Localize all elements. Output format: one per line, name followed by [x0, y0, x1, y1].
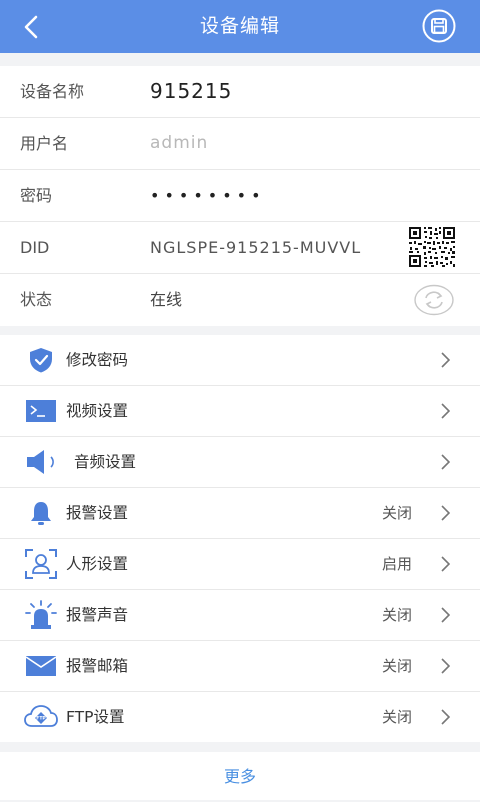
bell-icon: [24, 497, 58, 529]
save-button[interactable]: [422, 9, 456, 43]
menu-item-status: 启用: [381, 555, 412, 573]
svg-text:FTP: FTP: [36, 716, 46, 722]
menu-item-audio-settings[interactable]: 音频设置: [0, 437, 480, 488]
menu-item-status: 关闭: [381, 504, 412, 522]
alarm-siren-icon: [24, 599, 58, 631]
menu-item-status: 关闭: [381, 606, 412, 624]
password-field[interactable]: ••••••••: [150, 170, 266, 221]
did-value: NGLSPE-915215-MUVVL: [150, 238, 362, 257]
did-row: DID NGLSPE-915215-MUVVL: [0, 222, 480, 274]
envelope-icon: [24, 650, 58, 682]
password-label: 密码: [20, 186, 53, 205]
menu-item-label: FTP设置: [66, 708, 125, 726]
settings-menu: 修改密码 视频设置 音频设置 报警设置 关闭 人形设置 启用 报警声音 关闭 报…: [0, 335, 480, 742]
menu-item-label: 修改密码: [66, 351, 129, 369]
qr-code-icon[interactable]: [408, 226, 456, 268]
shield-check-icon: [24, 344, 58, 376]
refresh-icon[interactable]: [414, 284, 454, 316]
menu-item-label: 报警设置: [66, 504, 129, 522]
save-icon: [422, 9, 456, 43]
status-row: 状态 在线: [0, 274, 480, 326]
page-title: 设备编辑: [199, 15, 280, 37]
chevron-right-icon: [441, 556, 450, 572]
speaker-icon: [24, 446, 68, 478]
menu-item-alarm-sound[interactable]: 报警声音 关闭: [0, 590, 480, 641]
menu-item-change-password[interactable]: 修改密码: [0, 335, 480, 386]
menu-item-status: 关闭: [381, 708, 412, 726]
chevron-right-icon: [441, 352, 450, 368]
chevron-right-icon: [441, 403, 450, 419]
username-field[interactable]: admin: [150, 118, 208, 169]
ftp-cloud-icon: FTP: [24, 701, 58, 733]
chevron-right-icon: [441, 505, 450, 521]
menu-item-label: 报警声音: [66, 606, 129, 624]
menu-item-human-detection[interactable]: 人形设置 启用: [0, 539, 480, 590]
menu-item-alarm-email[interactable]: 报警邮箱 关闭: [0, 641, 480, 692]
chevron-right-icon: [441, 658, 450, 674]
chevron-right-icon: [441, 709, 450, 725]
device-info-card: 设备名称 915215 用户名 admin 密码 •••••••• DID NG…: [0, 66, 480, 326]
menu-item-ftp-settings[interactable]: FTP FTP设置 关闭: [0, 692, 480, 742]
status-label: 状态: [20, 290, 53, 309]
menu-item-label: 人形设置: [66, 555, 129, 573]
menu-item-alarm-settings[interactable]: 报警设置 关闭: [0, 488, 480, 539]
device-name-label: 设备名称: [20, 82, 85, 101]
device-name-row[interactable]: 设备名称 915215: [0, 66, 480, 118]
menu-item-label: 报警邮箱: [66, 657, 129, 675]
person-detect-icon: [24, 548, 58, 580]
menu-item-label: 音频设置: [74, 453, 137, 471]
chevron-right-icon: [441, 454, 450, 470]
device-name-field[interactable]: 915215: [150, 66, 232, 117]
chevron-right-icon: [441, 607, 450, 623]
status-value: 在线: [150, 290, 183, 309]
did-label: DID: [20, 238, 50, 257]
menu-item-video-settings[interactable]: 视频设置: [0, 386, 480, 437]
username-row[interactable]: 用户名 admin: [0, 118, 480, 170]
menu-item-status: 关闭: [381, 657, 412, 675]
more-button[interactable]: 更多: [0, 752, 480, 800]
top-bar: 设备编辑: [0, 0, 480, 53]
menu-item-label: 视频设置: [66, 402, 129, 420]
video-terminal-icon: [24, 395, 58, 427]
password-row[interactable]: 密码 ••••••••: [0, 170, 480, 222]
username-label: 用户名: [20, 134, 69, 153]
